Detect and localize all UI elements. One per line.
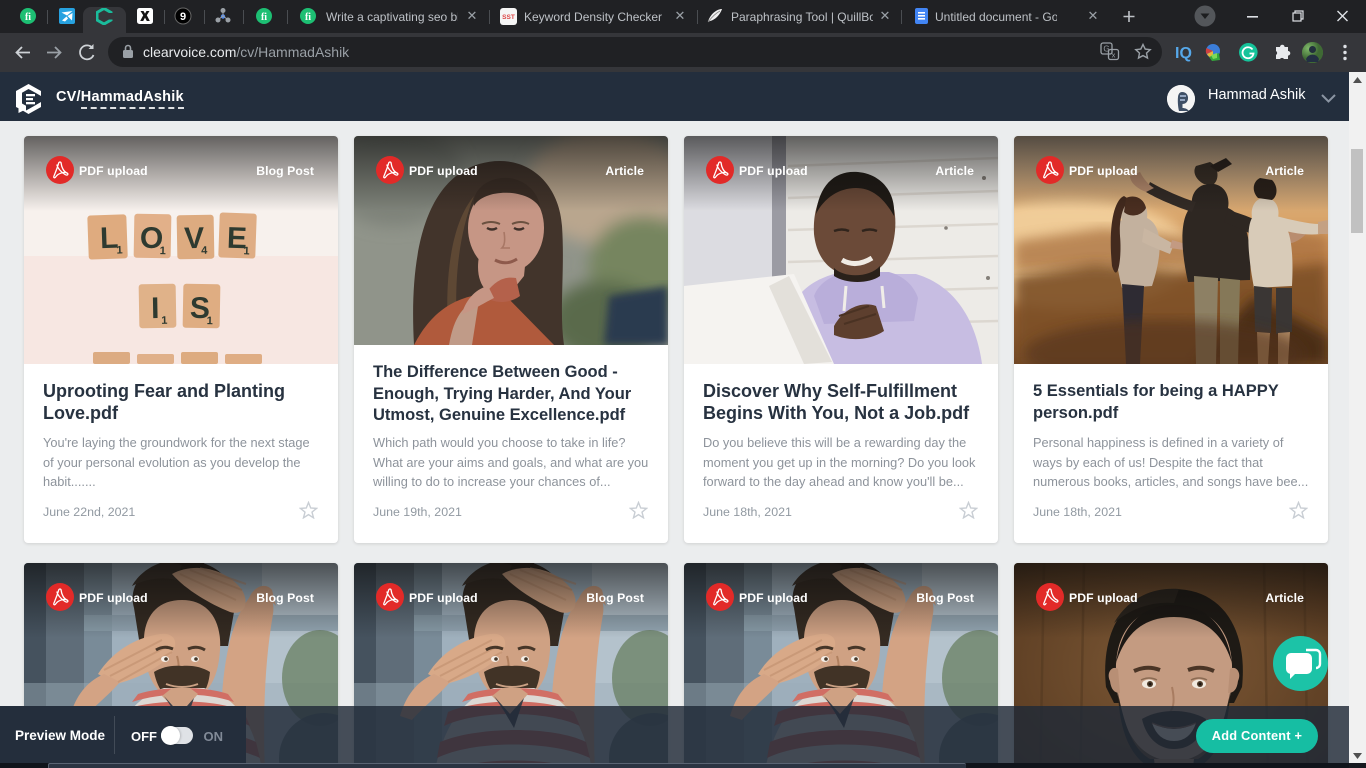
- svg-text:x: x: [1112, 51, 1116, 60]
- svg-text:IQ: IQ: [1175, 45, 1192, 62]
- svg-text:4: 4: [201, 245, 208, 257]
- svg-text:fi: fi: [261, 12, 267, 23]
- svg-text:1: 1: [116, 244, 123, 256]
- svg-text:I: I: [151, 292, 160, 325]
- svg-text:1: 1: [243, 245, 250, 257]
- svg-text:fi: fi: [305, 12, 311, 23]
- svg-text:SST: SST: [502, 14, 515, 21]
- svg-text:1: 1: [160, 245, 166, 257]
- svg-text:9: 9: [180, 11, 186, 23]
- svg-text:1: 1: [207, 315, 213, 327]
- svg-text:fi: fi: [25, 12, 31, 23]
- svg-text:1: 1: [161, 315, 167, 327]
